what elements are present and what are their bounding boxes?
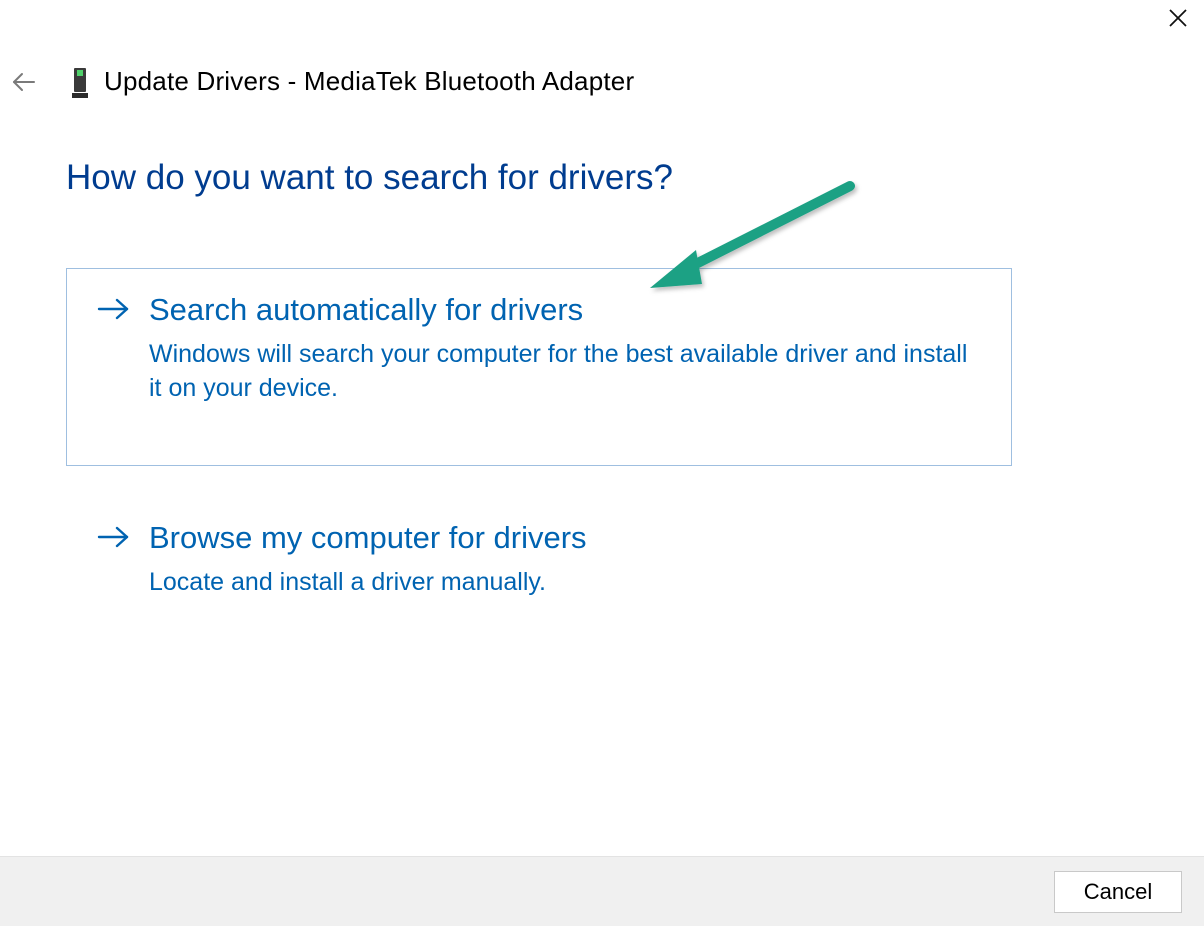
update-drivers-wizard: Update Drivers - MediaTek Bluetooth Adap…	[0, 0, 1204, 926]
option-title: Browse my computer for drivers	[149, 519, 981, 558]
dialog-footer: Cancel	[0, 856, 1204, 926]
dialog-title: Update Drivers - MediaTek Bluetooth Adap…	[104, 66, 634, 97]
option-description: Windows will search your computer for th…	[149, 338, 981, 406]
option-description: Locate and install a driver manually.	[149, 566, 981, 600]
option-browse-computer[interactable]: Browse my computer for drivers Locate an…	[66, 496, 1012, 629]
arrow-left-icon	[10, 68, 38, 101]
option-body: Browse my computer for drivers Locate an…	[149, 519, 981, 600]
content-area: How do you want to search for drivers? S…	[66, 158, 1076, 629]
option-body: Search automatically for drivers Windows…	[149, 291, 981, 405]
heading: How do you want to search for drivers?	[66, 158, 1076, 198]
cancel-button[interactable]: Cancel	[1054, 871, 1182, 913]
arrow-right-icon	[97, 297, 131, 326]
close-icon	[1168, 8, 1188, 33]
back-button[interactable]	[6, 66, 42, 102]
option-search-automatically[interactable]: Search automatically for drivers Windows…	[66, 268, 1012, 466]
option-title: Search automatically for drivers	[149, 291, 981, 330]
arrow-right-icon	[97, 525, 131, 554]
close-button[interactable]	[1164, 6, 1192, 34]
device-icon	[70, 66, 90, 100]
